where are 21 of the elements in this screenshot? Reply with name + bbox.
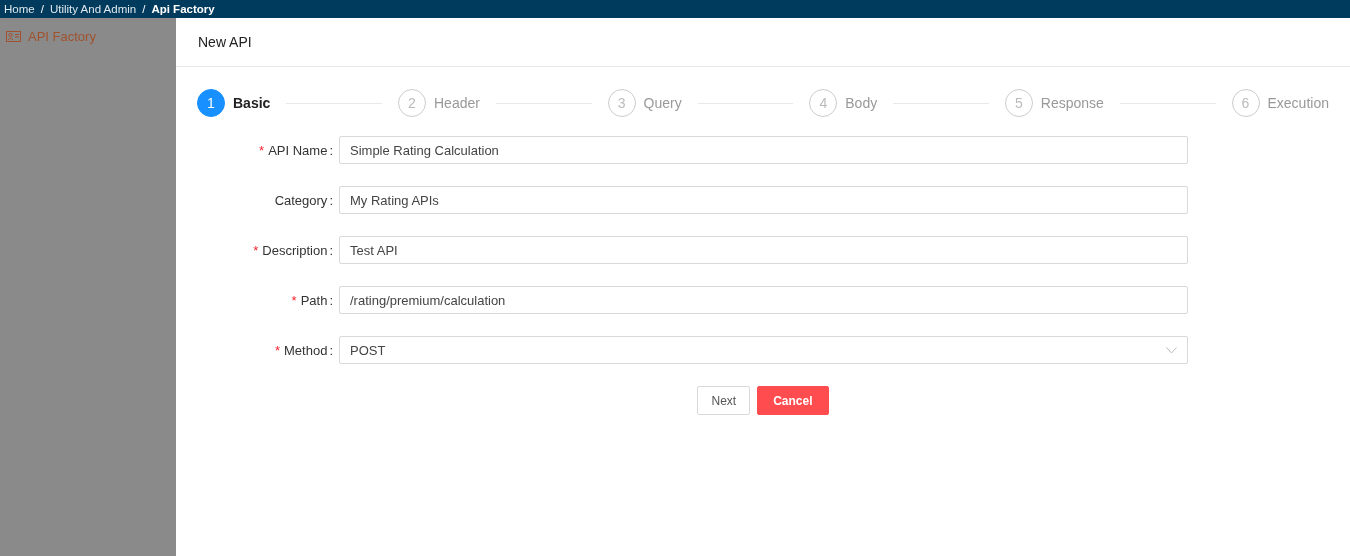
chevron-down-icon bbox=[1166, 346, 1177, 354]
breadcrumb-link[interactable]: Home bbox=[4, 3, 35, 15]
form-button[interactable]: Next bbox=[697, 386, 751, 415]
field-label: Category: bbox=[274, 192, 333, 208]
field-label: * Method: bbox=[274, 342, 333, 358]
field-label: * API Name: bbox=[259, 142, 333, 158]
input-field[interactable]: Test API bbox=[339, 236, 1188, 264]
field-label: * Path: bbox=[291, 292, 333, 308]
step-number: 1 bbox=[197, 89, 225, 117]
step-label[interactable]: Basic bbox=[233, 95, 271, 111]
input-field[interactable]: /rating/premium/calculation bbox=[339, 286, 1188, 314]
breadcrumb-link[interactable]: Api Factory bbox=[151, 3, 215, 15]
breadcrumb-separator: / bbox=[142, 3, 146, 15]
drawer-title: New API bbox=[198, 34, 252, 50]
input-field[interactable]: Simple Rating Calculation bbox=[339, 136, 1188, 164]
field-label: * Description: bbox=[253, 242, 333, 258]
breadcrumb-link[interactable]: Utility And Admin bbox=[49, 3, 137, 15]
id-card-icon bbox=[6, 31, 21, 42]
input-field[interactable]: My Rating APIs bbox=[339, 186, 1188, 214]
breadcrumb-separator: / bbox=[40, 3, 44, 15]
select-field[interactable]: POST bbox=[339, 336, 1188, 364]
